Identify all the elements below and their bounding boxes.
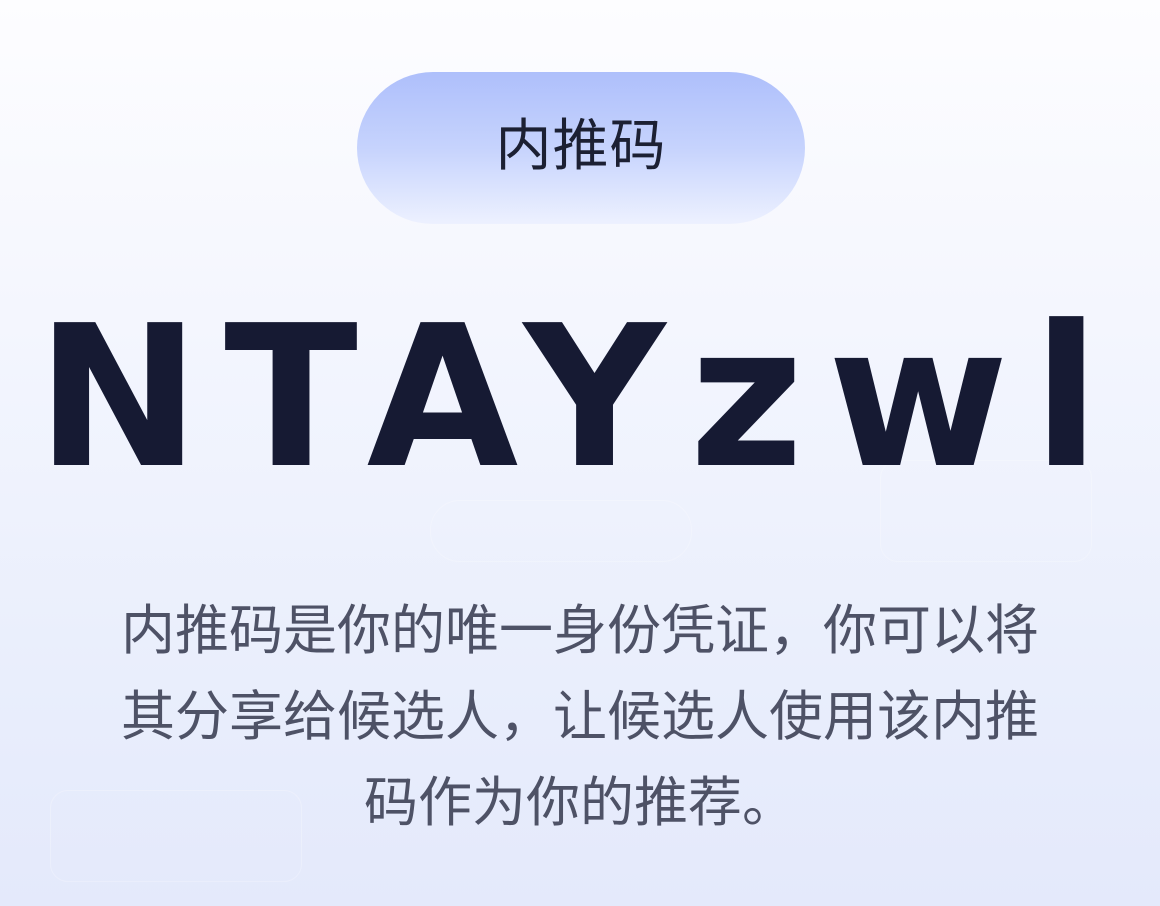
referral-code-badge: 内推码 <box>357 72 805 224</box>
badge-label: 内推码 <box>495 113 667 179</box>
referral-code-description: 内推码是你的唯一身份凭证，你可以将其分享给候选人，让候选人使用该内推码作为你的推… <box>121 599 1039 834</box>
referral-code-value[interactable]: NTAYzwl <box>0 300 1160 496</box>
referral-code-card: 内推码 NTAYzwl 内推码是你的唯一身份凭证，你可以将其分享给候选人，让候选… <box>0 0 1160 906</box>
